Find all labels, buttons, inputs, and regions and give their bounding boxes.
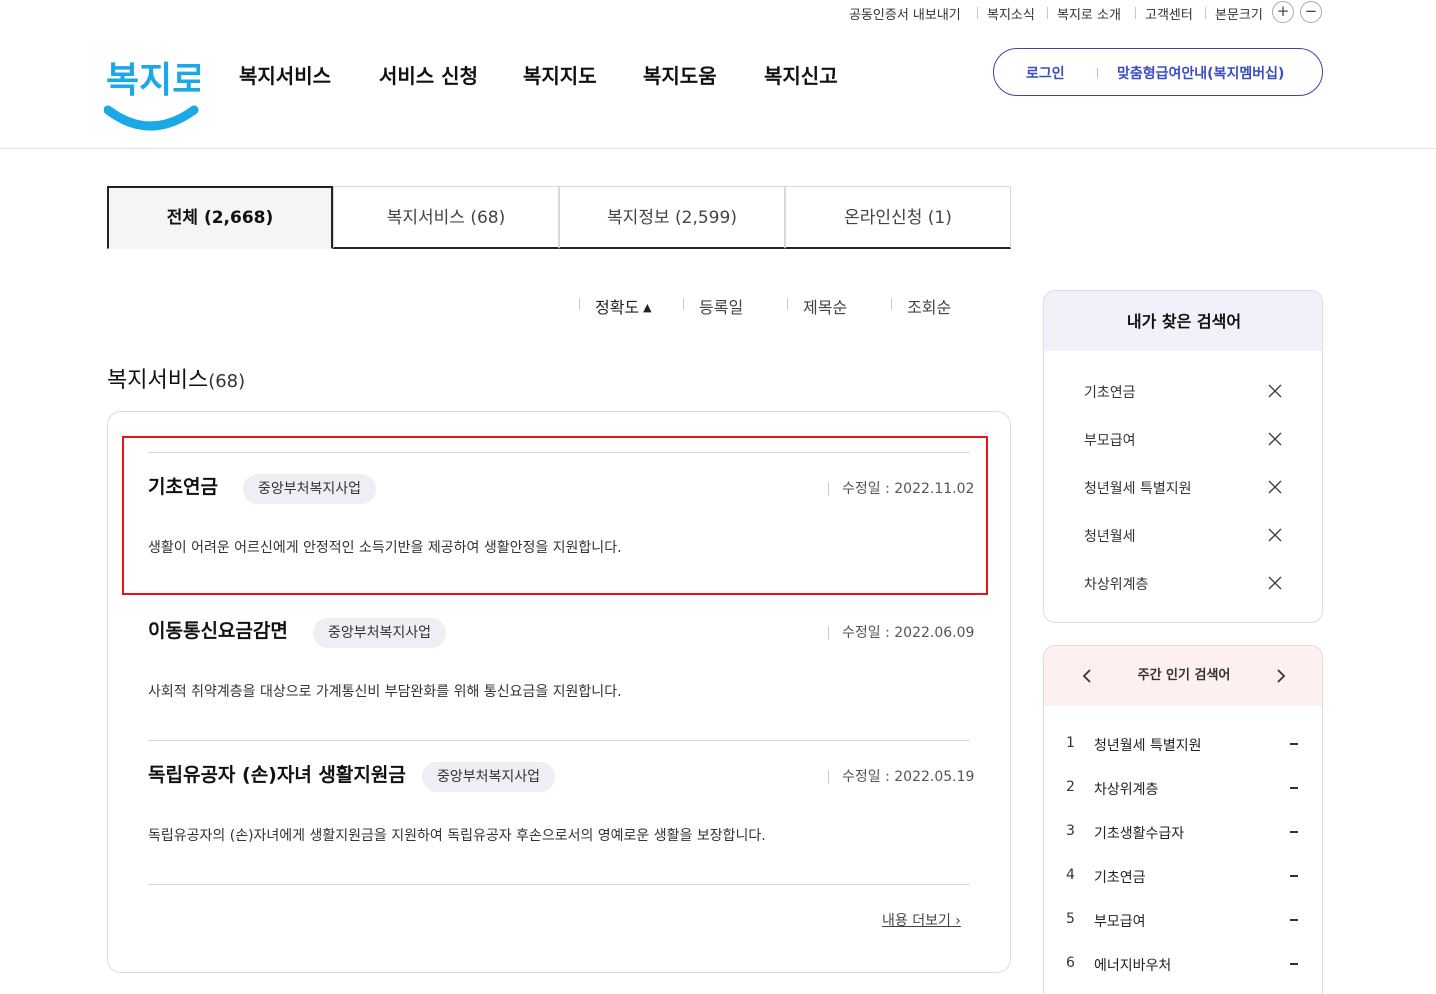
modified-date-label: 수정일 : — [842, 769, 895, 785]
rank-number: 6 — [1066, 955, 1075, 971]
util-cert-export[interactable]: 공동인증서 내보내기 — [849, 4, 961, 23]
util-font-size-label: 본문크기 — [1215, 8, 1263, 23]
rank-number: 5 — [1066, 911, 1075, 927]
tab-label: 복지정보 — [607, 208, 670, 228]
section-count: (68) — [208, 371, 246, 392]
popular-search-term[interactable]: 차상위계층 — [1094, 779, 1158, 799]
util-separator — [1205, 7, 1206, 19]
result-description[interactable]: 사회적 취약계층을 대상으로 가계통신비 부담완화를 위해 통신요금을 지원합니… — [148, 681, 622, 701]
rank-unchanged-icon — [1290, 963, 1298, 965]
nav-welfare-map[interactable]: 복지지도 — [523, 60, 597, 89]
util-customer-center[interactable]: 고객센터 — [1145, 4, 1193, 23]
view-more-link[interactable]: 내용 더보기 › — [882, 910, 961, 930]
sort-views[interactable]: 조회순 — [907, 294, 951, 318]
util-about[interactable]: 복지로 소개 — [1057, 4, 1121, 23]
tab-welfare-info[interactable]: 복지정보 (2,599) — [559, 186, 785, 249]
modified-date: 수정일 : 2022.06.09 — [828, 626, 974, 640]
popular-search-term[interactable]: 에너지바우처 — [1094, 955, 1171, 975]
tab-label: 온라인신청 — [844, 208, 923, 228]
close-icon[interactable] — [1268, 528, 1282, 542]
nav-welfare-report[interactable]: 복지신고 — [764, 60, 838, 89]
utility-bar: 공동인증서 내보내기 복지소식 복지로 소개 고객센터 본문크기 + − — [0, 0, 1436, 26]
modified-date-label: 수정일 : — [842, 625, 895, 641]
rank-unchanged-icon — [1290, 831, 1298, 833]
my-searches-title: 내가 찾은 검색어 — [1044, 291, 1322, 351]
close-icon[interactable] — [1268, 480, 1282, 494]
popular-search-term[interactable]: 부모급여 — [1094, 911, 1146, 931]
result-description[interactable]: 독립유공자의 (손)자녀에게 생활지원금을 지원하여 독립유공자 후손으로서의 … — [148, 825, 766, 845]
close-icon[interactable] — [1268, 576, 1282, 590]
highlight-frame — [122, 436, 988, 595]
rank-unchanged-icon — [1290, 787, 1298, 789]
logo-smile-mark — [103, 105, 199, 131]
logo-image: 복지로 — [103, 60, 205, 131]
pill-separator — [1097, 68, 1098, 78]
tab-count: (2,668) — [203, 208, 274, 228]
tab-label: 복지서비스 — [386, 208, 465, 228]
util-news[interactable]: 복지소식 — [987, 4, 1035, 23]
rank-unchanged-icon — [1290, 875, 1298, 877]
tab-welfare-services[interactable]: 복지서비스 (68) — [333, 186, 559, 249]
popular-search-term[interactable]: 기초생활수급자 — [1094, 823, 1184, 843]
modified-date-value: 2022.05.19 — [894, 769, 975, 785]
sort-title[interactable]: 제목순 — [803, 294, 847, 318]
font-size-minus-button[interactable]: − — [1300, 1, 1322, 23]
weekly-popular-panel: 주간 인기 검색어 — [1043, 645, 1323, 994]
util-separator — [1047, 7, 1048, 19]
my-search-term[interactable]: 청년월세 특별지원 — [1084, 478, 1192, 498]
tab-count: (68) — [470, 208, 506, 228]
login-button[interactable]: 로그인 — [1026, 63, 1065, 83]
rank-unchanged-icon — [1290, 743, 1298, 745]
tab-count: (2,599) — [675, 208, 737, 228]
logo-text: 복지로 — [106, 60, 200, 101]
util-separator — [1135, 7, 1136, 19]
my-search-term[interactable]: 기초연금 — [1084, 382, 1136, 402]
section-title-text: 복지서비스 — [107, 368, 209, 393]
login-guide-pill: 로그인 맞춤형급여안내(복지멤버십) — [993, 48, 1323, 96]
nav-welfare-services[interactable]: 복지서비스 — [239, 60, 331, 89]
tab-label: 전체 — [166, 208, 199, 228]
sort-up-arrow-icon: ▲ — [643, 301, 652, 314]
rank-number: 4 — [1066, 867, 1075, 883]
section-title: 복지서비스(68) — [107, 362, 245, 394]
modified-date: 수정일 : 2022.05.19 — [828, 770, 974, 784]
item-divider — [148, 884, 970, 885]
sort-accuracy-label: 정확도 — [595, 298, 640, 317]
util-separator — [977, 7, 978, 19]
logo[interactable]: 복지로 — [103, 46, 205, 134]
item-divider — [148, 740, 970, 741]
custom-benefit-guide-button[interactable]: 맞춤형급여안내(복지멤버십) — [1117, 63, 1284, 83]
rank-number: 1 — [1066, 735, 1075, 751]
header-divider — [0, 148, 1436, 149]
tab-all[interactable]: 전체 (2,668) — [107, 186, 333, 249]
modified-date-value: 2022.06.09 — [894, 625, 975, 641]
result-title[interactable]: 이동통신요금감면 — [148, 616, 288, 643]
close-icon[interactable] — [1268, 384, 1282, 398]
sort-registered-date[interactable]: 등록일 — [699, 294, 743, 318]
nav-welfare-help[interactable]: 복지도움 — [643, 60, 717, 89]
my-search-term[interactable]: 차상위계층 — [1084, 574, 1148, 594]
category-badge: 중앙부처복지사업 — [422, 762, 556, 792]
sort-separator — [891, 298, 892, 310]
sort-separator — [683, 298, 684, 310]
sort-accuracy[interactable]: 정확도 ▲ — [595, 294, 652, 318]
nav-service-application[interactable]: 서비스 신청 — [379, 60, 478, 89]
popular-search-term[interactable]: 기초연금 — [1094, 867, 1146, 887]
chevron-right-icon[interactable] — [1272, 668, 1288, 684]
rank-number: 2 — [1066, 779, 1075, 795]
close-icon[interactable] — [1268, 432, 1282, 446]
result-title[interactable]: 독립유공자 (손)자녀 생활지원금 — [148, 760, 406, 787]
tab-online-application[interactable]: 온라인신청 (1) — [785, 186, 1011, 249]
sort-separator — [787, 298, 788, 310]
my-search-term[interactable]: 청년월세 — [1084, 526, 1136, 546]
tab-count: (1) — [927, 208, 952, 228]
rank-unchanged-icon — [1290, 919, 1298, 921]
font-size-plus-button[interactable]: + — [1272, 1, 1294, 23]
sort-separator — [579, 298, 580, 310]
category-badge: 중앙부처복지사업 — [313, 618, 447, 648]
my-search-term[interactable]: 부모급여 — [1084, 430, 1136, 450]
rank-number: 3 — [1066, 823, 1075, 839]
weekly-popular-header: 주간 인기 검색어 — [1044, 646, 1322, 706]
popular-search-term[interactable]: 청년월세 특별지원 — [1094, 735, 1202, 755]
